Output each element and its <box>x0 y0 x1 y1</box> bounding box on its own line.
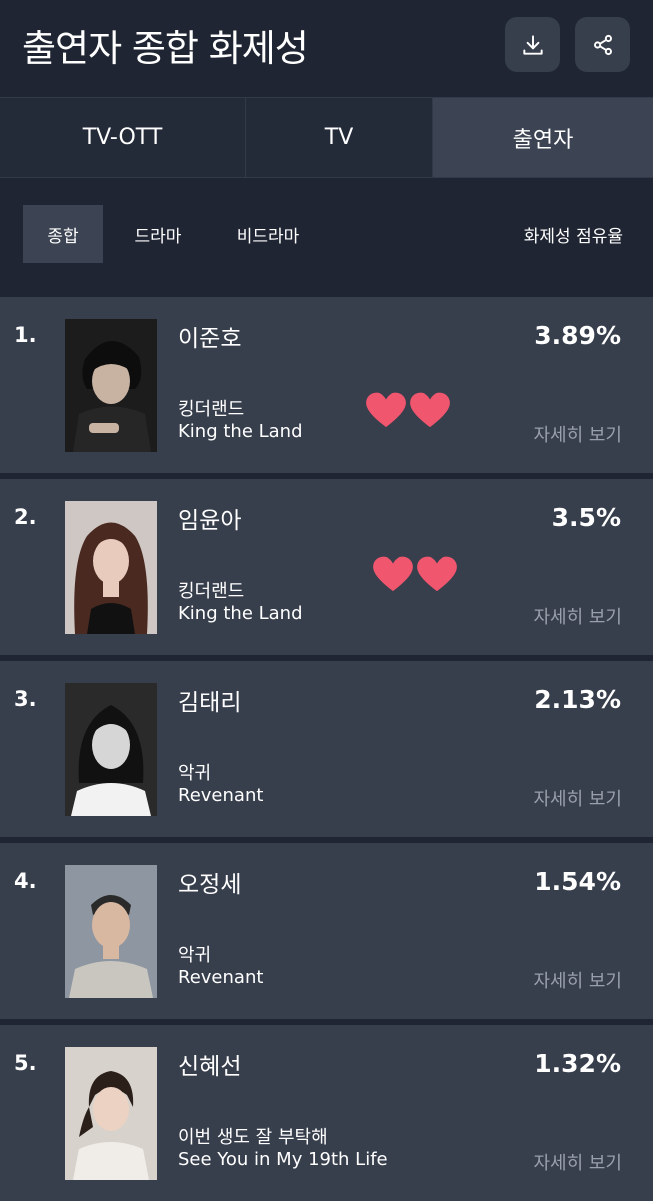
heart-icon <box>417 556 457 592</box>
app-header: 출연자 종합 화제성 <box>0 0 653 97</box>
tab-tv-ott[interactable]: TV-OTT <box>0 98 245 177</box>
tab-cast[interactable]: 출연자 <box>432 98 653 177</box>
heart-icon <box>373 556 413 592</box>
rank-number: 2. <box>14 505 37 529</box>
rank-number: 1. <box>14 323 37 347</box>
show-title-korean: 킹더랜드 <box>178 581 245 602</box>
page-title: 출연자 종합 화제성 <box>22 27 309 70</box>
show-title-english: King the Land <box>178 603 303 624</box>
view-details-link[interactable]: 자세히 보기 <box>533 421 622 447</box>
cast-photo <box>65 501 157 634</box>
ranking-row[interactable]: 4. 오정세 악귀 Revenant 1.54% 자세히 보기 <box>0 843 653 1019</box>
ranking-row[interactable]: 2. 임윤아 킹더랜드 King the Land 3.5% 자세히 보기 <box>0 479 653 655</box>
share-percentage: 3.5% <box>551 503 621 532</box>
view-details-link[interactable]: 자세히 보기 <box>533 603 622 629</box>
filter-chip-overall[interactable]: 종합 <box>23 205 103 263</box>
show-title-english: Revenant <box>178 967 264 988</box>
show-title-korean: 악귀 <box>178 945 212 966</box>
heart-icon <box>410 392 450 428</box>
rank-number: 4. <box>14 869 37 893</box>
show-title-english: See You in My 19th Life <box>178 1149 388 1170</box>
cast-name: 신혜선 <box>178 1054 242 1080</box>
share-button[interactable] <box>575 17 630 72</box>
cast-photo <box>65 319 157 452</box>
share-icon <box>593 34 612 55</box>
download-icon <box>522 34 543 55</box>
category-tabs: TV-OTT TV 출연자 <box>0 97 653 178</box>
download-button[interactable] <box>505 17 560 72</box>
show-title-english: King the Land <box>178 421 303 442</box>
cast-photo <box>65 1047 157 1180</box>
cast-photo <box>65 683 157 816</box>
ranking-row[interactable]: 5. 신혜선 이번 생도 잘 부탁해 See You in My 19th Li… <box>0 1025 653 1201</box>
rank-number: 5. <box>14 1051 37 1075</box>
hearts-decoration <box>365 390 451 430</box>
view-details-link[interactable]: 자세히 보기 <box>533 967 622 993</box>
share-rate-label: 화제성 점유율 <box>523 226 623 247</box>
cast-name: 이준호 <box>178 326 242 352</box>
tab-tv[interactable]: TV <box>245 98 432 177</box>
ranking-row[interactable]: 1. 이준호 킹더랜드 King the Land 3.89% 자세히 보기 <box>0 297 653 473</box>
cast-name: 임윤아 <box>178 508 242 534</box>
show-title-korean: 악귀 <box>178 763 212 784</box>
view-details-link[interactable]: 자세히 보기 <box>533 785 622 811</box>
rank-number: 3. <box>14 687 37 711</box>
show-title-korean: 이번 생도 잘 부탁해 <box>178 1127 328 1148</box>
cast-name: 오정세 <box>178 872 242 898</box>
share-percentage: 2.13% <box>534 685 621 714</box>
share-percentage: 1.32% <box>534 1049 621 1078</box>
cast-name: 김태리 <box>178 690 242 716</box>
hearts-decoration <box>372 554 458 594</box>
filter-chip-non-drama[interactable]: 비드라마 <box>222 205 314 263</box>
show-title-korean: 킹더랜드 <box>178 399 245 420</box>
show-title-english: Revenant <box>178 785 264 806</box>
cast-photo <box>65 865 157 998</box>
filter-bar: 종합 드라마 비드라마 화제성 점유율 <box>0 178 653 296</box>
ranking-row[interactable]: 3. 김태리 악귀 Revenant 2.13% 자세히 보기 <box>0 661 653 837</box>
share-percentage: 1.54% <box>534 867 621 896</box>
share-percentage: 3.89% <box>534 321 621 350</box>
heart-icon <box>366 392 406 428</box>
view-details-link[interactable]: 자세히 보기 <box>533 1149 622 1175</box>
filter-chip-drama[interactable]: 드라마 <box>118 205 198 263</box>
